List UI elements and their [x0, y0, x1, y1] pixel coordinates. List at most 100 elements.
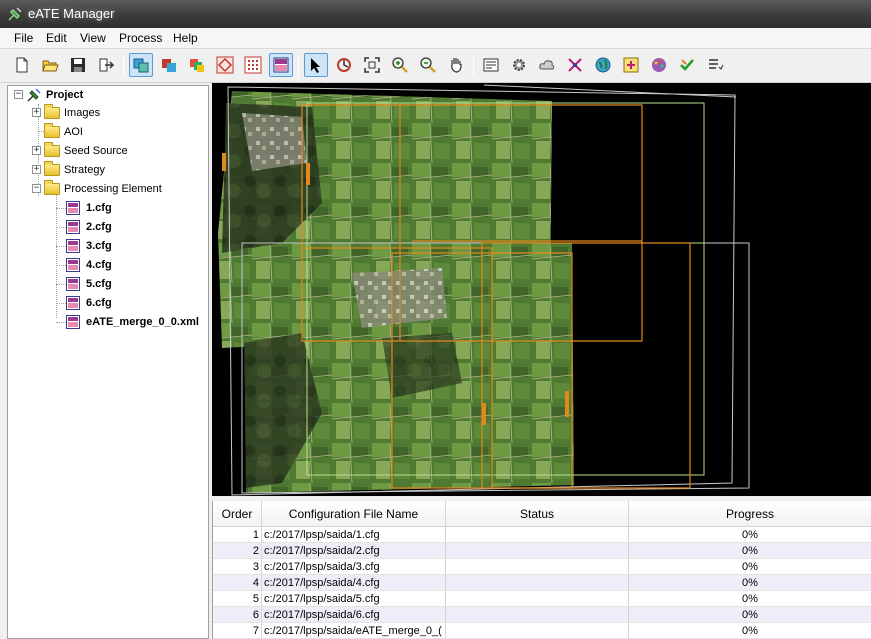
- column-header-progress[interactable]: Progress: [629, 501, 871, 527]
- folder-icon: [44, 103, 60, 119]
- folder-icon: [44, 141, 60, 157]
- tree-file-label: 6.cfg: [86, 296, 112, 309]
- palette-button[interactable]: [647, 53, 671, 77]
- layer-images-button[interactable]: [129, 53, 153, 77]
- progress-cell: 0%: [629, 591, 871, 607]
- status-cell: [446, 607, 629, 623]
- open-button[interactable]: [38, 53, 62, 77]
- tree-folder-strategy[interactable]: + Strategy: [32, 160, 105, 178]
- open-folder-icon: [44, 179, 60, 195]
- tie-points-button[interactable]: [563, 53, 587, 77]
- tree-folder-label: AOI: [64, 125, 83, 138]
- order-cell: 7: [213, 623, 262, 639]
- order-cell: 3: [213, 559, 262, 575]
- file-cell: c:/2017/lpsp/saida/1.cfg: [262, 527, 446, 543]
- pan-button[interactable]: [444, 53, 468, 77]
- map-canvas[interactable]: [212, 83, 871, 496]
- menu-file[interactable]: File: [12, 31, 35, 45]
- tile-layout-button[interactable]: [269, 53, 293, 77]
- save-icon: [71, 58, 85, 72]
- toolbar: [0, 49, 871, 83]
- pointer-icon: [311, 58, 320, 73]
- new-file-icon: [16, 57, 28, 73]
- menu-view[interactable]: View: [78, 31, 108, 45]
- zoom-extent-button[interactable]: [360, 53, 384, 77]
- column-header-file[interactable]: Configuration File Name: [262, 501, 446, 527]
- properties-button[interactable]: [479, 53, 503, 77]
- tree-file-item[interactable]: 4.cfg: [66, 256, 112, 273]
- table-row[interactable]: 7 c:/2017/lpsp/saida/eATE_merge_0_( 0%: [213, 623, 871, 639]
- menu-bar: File Edit View Process Help: [0, 28, 871, 49]
- menu-process[interactable]: Process: [117, 31, 164, 45]
- expand-icon[interactable]: +: [32, 108, 41, 117]
- rotate-button[interactable]: [332, 53, 356, 77]
- collapse-icon[interactable]: −: [32, 184, 41, 193]
- tree-folder-seed-source[interactable]: + Seed Source: [32, 141, 128, 159]
- file-cell: c:/2017/lpsp/saida/eATE_merge_0_(: [262, 623, 446, 639]
- order-cell: 5: [213, 591, 262, 607]
- tree-file-item[interactable]: eATE_merge_0_0.xml: [66, 313, 199, 330]
- tree-file-item[interactable]: 1.cfg: [66, 199, 112, 216]
- table-row[interactable]: 4 c:/2017/lpsp/saida/4.cfg 0%: [213, 575, 871, 591]
- status-cell: [446, 543, 629, 559]
- menu-edit[interactable]: Edit: [44, 31, 69, 45]
- table-row[interactable]: 6 c:/2017/lpsp/saida/6.cfg 0%: [213, 607, 871, 623]
- pointer-button[interactable]: [304, 53, 328, 77]
- progress-cell: 0%: [629, 575, 871, 591]
- save-button[interactable]: [66, 53, 90, 77]
- expand-icon[interactable]: +: [32, 146, 41, 155]
- config-file-icon: [66, 219, 80, 234]
- add-layer-button[interactable]: [619, 53, 643, 77]
- zoom-in-button[interactable]: [388, 53, 412, 77]
- tree-folder-processing-element[interactable]: − Processing Element: [32, 179, 162, 197]
- layer-color-button[interactable]: [157, 53, 181, 77]
- export-button[interactable]: [94, 53, 118, 77]
- new-file-button[interactable]: [10, 53, 34, 77]
- rotate-icon: [337, 58, 351, 72]
- tree-file-item[interactable]: 3.cfg: [66, 237, 112, 254]
- export-icon: [99, 58, 115, 72]
- aoi-button[interactable]: [213, 53, 237, 77]
- add-layer-icon: [623, 57, 639, 73]
- file-cell: c:/2017/lpsp/saida/2.cfg: [262, 543, 446, 559]
- config-file-icon: [66, 200, 80, 215]
- settings-button[interactable]: [507, 53, 531, 77]
- cloud-button[interactable]: [535, 53, 559, 77]
- tree-file-label: 3.cfg: [86, 239, 112, 252]
- town-area: [242, 113, 307, 171]
- tree-folder-images[interactable]: + Images: [32, 103, 100, 121]
- layer-rgb-button[interactable]: [185, 53, 209, 77]
- zoom-out-button[interactable]: [416, 53, 440, 77]
- menu-help[interactable]: Help: [171, 31, 200, 45]
- expand-icon[interactable]: +: [32, 165, 41, 174]
- zoom-in-icon: [392, 57, 408, 73]
- grid-points-button[interactable]: [241, 53, 265, 77]
- collapse-icon[interactable]: −: [14, 90, 23, 99]
- status-cell: [446, 559, 629, 575]
- tree-file-item[interactable]: 5.cfg: [66, 275, 112, 292]
- file-cell: c:/2017/lpsp/saida/5.cfg: [262, 591, 446, 607]
- tie-points-icon: [568, 58, 582, 72]
- title-bar[interactable]: eATE Manager: [0, 0, 871, 28]
- file-cell: c:/2017/lpsp/saida/6.cfg: [262, 607, 446, 623]
- column-header-status[interactable]: Status: [446, 501, 629, 527]
- list-button[interactable]: [703, 53, 727, 77]
- tree-file-item[interactable]: 2.cfg: [66, 218, 112, 235]
- tree-file-item[interactable]: 6.cfg: [66, 294, 112, 311]
- config-table: Order Configuration File Name Status Pro…: [212, 501, 871, 639]
- grid-points-icon: [244, 56, 262, 74]
- list-icon: [709, 59, 724, 70]
- project-tree: − Project + Images AOI + Seed Source + S…: [7, 85, 209, 639]
- table-row[interactable]: 2 c:/2017/lpsp/saida/2.cfg 0%: [213, 543, 871, 559]
- table-row[interactable]: 3 c:/2017/lpsp/saida/3.cfg 0%: [213, 559, 871, 575]
- table-row[interactable]: 5 c:/2017/lpsp/saida/5.cfg 0%: [213, 591, 871, 607]
- tree-folder-aoi[interactable]: AOI: [32, 122, 83, 140]
- globe-button[interactable]: [591, 53, 615, 77]
- order-cell: 4: [213, 575, 262, 591]
- table-row[interactable]: 1 c:/2017/lpsp/saida/1.cfg 0%: [213, 527, 871, 543]
- column-header-order[interactable]: Order: [213, 501, 262, 527]
- tree-root-project[interactable]: − Project: [14, 86, 83, 103]
- app-window: eATE Manager File Edit View Process Help: [0, 0, 871, 639]
- tree-file-label: 1.cfg: [86, 201, 112, 214]
- check-button[interactable]: [675, 53, 699, 77]
